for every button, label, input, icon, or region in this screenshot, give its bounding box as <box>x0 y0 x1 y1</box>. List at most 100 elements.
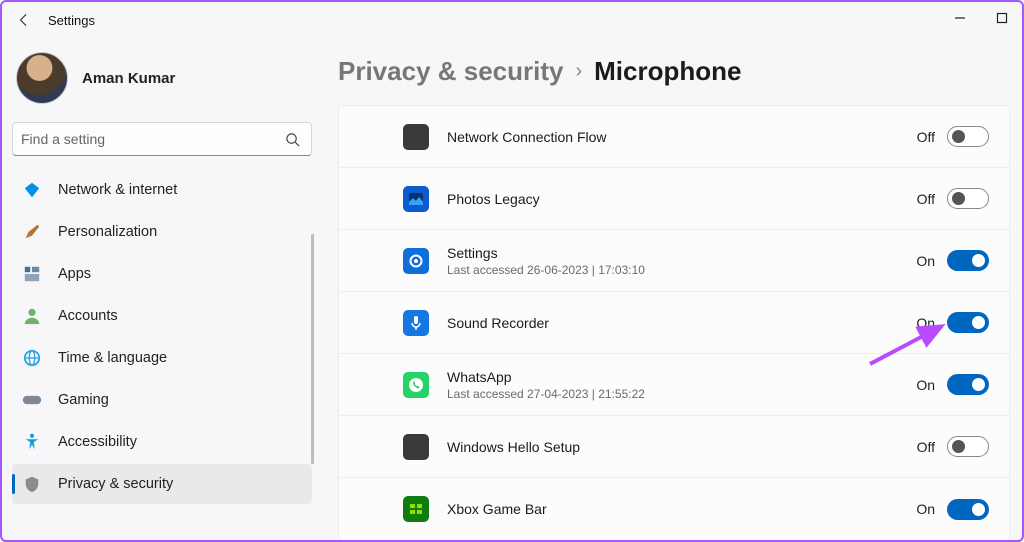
app-name: Settings <box>447 245 645 261</box>
toggle-state-label: Off <box>917 129 935 145</box>
app-name: Windows Hello Setup <box>447 439 580 455</box>
square-icon <box>403 124 429 150</box>
toggle-state-label: On <box>916 253 935 269</box>
sidebar-item-gaming[interactable]: Gaming <box>12 380 312 420</box>
app-text: WhatsApp Last accessed 27-04-2023 | 21:5… <box>447 369 645 401</box>
sidebar: Aman Kumar Network & internet Personaliza… <box>2 38 322 540</box>
gear-icon <box>403 248 429 274</box>
toggle-state-label: On <box>916 501 935 517</box>
search-box[interactable] <box>12 122 312 156</box>
photo-icon <box>403 186 429 212</box>
globe-icon <box>22 348 42 368</box>
breadcrumb-leaf: Microphone <box>594 56 741 87</box>
app-state: On <box>916 250 989 271</box>
microphone-toggle[interactable] <box>947 312 989 333</box>
mic-icon <box>403 310 429 336</box>
app-state: Off <box>917 188 989 209</box>
main-panel: Privacy & security › Microphone Network … <box>322 38 1022 540</box>
maximize-button[interactable] <box>990 6 1014 30</box>
sidebar-item-accounts[interactable]: Accounts <box>12 296 312 336</box>
app-text: Windows Hello Setup <box>447 439 580 455</box>
microphone-toggle[interactable] <box>947 188 989 209</box>
app-row-whatsapp: WhatsApp Last accessed 27-04-2023 | 21:5… <box>339 354 1009 416</box>
sidebar-item-network-internet[interactable]: Network & internet <box>12 170 312 210</box>
app-text: Photos Legacy <box>447 191 540 207</box>
app-permission-list: Network Connection Flow Off Photos Legac… <box>338 105 1010 540</box>
gamepad-icon <box>22 390 42 410</box>
app-row-windows-hello-setup: Windows Hello Setup Off <box>339 416 1009 478</box>
app-text: Network Connection Flow <box>447 129 607 145</box>
sidebar-item-personalization[interactable]: Personalization <box>12 212 312 252</box>
accessibility-icon <box>22 432 42 452</box>
search-icon <box>285 132 300 147</box>
microphone-toggle[interactable] <box>947 250 989 271</box>
person-icon <box>22 306 42 326</box>
sidebar-item-accessibility[interactable]: Accessibility <box>12 422 312 462</box>
app-last-accessed: Last accessed 26-06-2023 | 17:03:10 <box>447 263 645 277</box>
sidebar-item-label: Accounts <box>58 308 118 324</box>
app-text: Xbox Game Bar <box>447 501 547 517</box>
brush-icon <box>22 222 42 242</box>
profile-name: Aman Kumar <box>82 70 175 87</box>
sidebar-item-apps[interactable]: Apps <box>12 254 312 294</box>
xbox-icon <box>403 496 429 522</box>
microphone-toggle[interactable] <box>947 126 989 147</box>
minimize-icon <box>954 12 966 24</box>
diamond-icon <box>22 180 42 200</box>
apps-icon <box>22 264 42 284</box>
toggle-state-label: Off <box>917 191 935 207</box>
square-icon <box>403 434 429 460</box>
breadcrumb: Privacy & security › Microphone <box>338 56 1010 87</box>
breadcrumb-root[interactable]: Privacy & security <box>338 56 563 87</box>
nav-list: Network & internet Personalization Apps Acc… <box>12 170 312 504</box>
app-state: Off <box>917 436 989 457</box>
microphone-toggle[interactable] <box>947 436 989 457</box>
app-text: Settings Last accessed 26-06-2023 | 17:0… <box>447 245 645 277</box>
app-name: Sound Recorder <box>447 315 549 331</box>
content-area: Aman Kumar Network & internet Personaliza… <box>2 38 1022 540</box>
app-state: On <box>916 312 989 333</box>
profile-block[interactable]: Aman Kumar <box>12 44 312 122</box>
app-row-network-connection-flow: Network Connection Flow Off <box>339 106 1009 168</box>
sidebar-item-label: Apps <box>58 266 91 282</box>
toggle-state-label: On <box>916 315 935 331</box>
toggle-state-label: On <box>916 377 935 393</box>
sidebar-item-privacy-security[interactable]: Privacy & security <box>12 464 312 504</box>
sidebar-item-label: Personalization <box>58 224 157 240</box>
titlebar: Settings <box>2 2 1022 38</box>
app-state: On <box>916 499 989 520</box>
back-button[interactable] <box>10 6 38 34</box>
search-button[interactable] <box>281 128 303 150</box>
shield-icon <box>22 474 42 494</box>
avatar <box>16 52 68 104</box>
chevron-right-icon: › <box>575 60 582 83</box>
app-row-photos-legacy: Photos Legacy Off <box>339 168 1009 230</box>
sidebar-item-label: Gaming <box>58 392 109 408</box>
app-state: Off <box>917 126 989 147</box>
microphone-toggle[interactable] <box>947 499 989 520</box>
app-row-settings: Settings Last accessed 26-06-2023 | 17:0… <box>339 230 1009 292</box>
app-name: WhatsApp <box>447 369 645 385</box>
sidebar-item-label: Network & internet <box>58 182 177 198</box>
sidebar-item-time-language[interactable]: Time & language <box>12 338 312 378</box>
sidebar-item-label: Accessibility <box>58 434 137 450</box>
minimize-button[interactable] <box>948 6 972 30</box>
sidebar-item-label: Privacy & security <box>58 476 173 492</box>
sidebar-scrollbar[interactable] <box>311 234 314 464</box>
app-name: Xbox Game Bar <box>447 501 547 517</box>
app-row-xbox-game-bar: Xbox Game Bar On <box>339 478 1009 540</box>
whatsapp-icon <box>403 372 429 398</box>
search-input[interactable] <box>21 131 281 147</box>
app-row-sound-recorder: Sound Recorder On <box>339 292 1009 354</box>
window-title: Settings <box>48 13 95 28</box>
app-state: On <box>916 374 989 395</box>
arrow-left-icon <box>17 13 31 27</box>
app-text: Sound Recorder <box>447 315 549 331</box>
settings-window: Settings Aman Kumar Network & internet Pe… <box>0 0 1024 542</box>
microphone-toggle[interactable] <box>947 374 989 395</box>
app-name: Network Connection Flow <box>447 129 607 145</box>
maximize-icon <box>996 12 1008 24</box>
app-last-accessed: Last accessed 27-04-2023 | 21:55:22 <box>447 387 645 401</box>
sidebar-item-label: Time & language <box>58 350 167 366</box>
window-controls <box>948 6 1014 30</box>
